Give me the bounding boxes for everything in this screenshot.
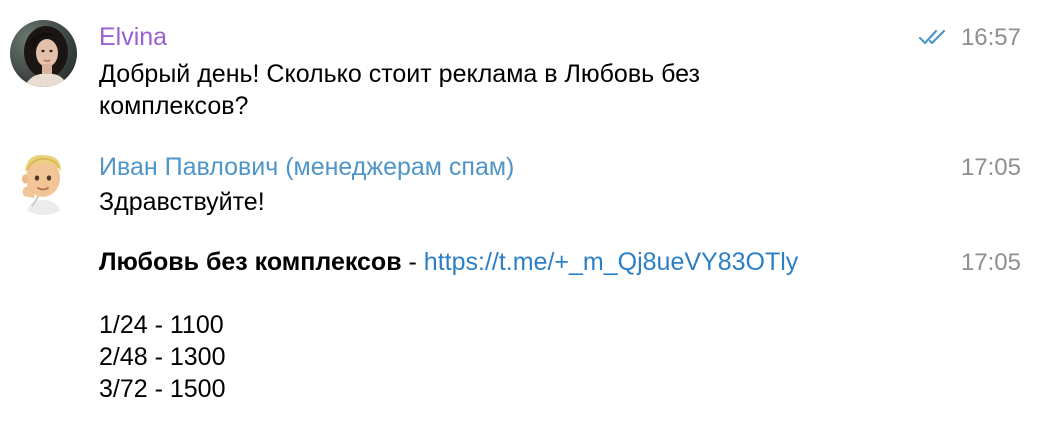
message-text-line-1: Добрый день! Сколько стоит реклама в Люб… [99,60,700,88]
message-ivan-greeting[interactable]: Иван Павлович (менеджерам спам) 17:05 Зд… [0,140,1048,230]
message-text-line-2: комплексов? [99,92,249,120]
sender-name[interactable]: Иван Павлович (менеджерам спам) [99,152,514,182]
sender-name[interactable]: Elvina [99,22,167,52]
price-line-1: 1/24 - 1100 [99,311,224,339]
invite-link[interactable]: https://t.me/+_m_Qj8ueVY83OTly [424,248,798,276]
elvina-avatar[interactable] [10,20,77,87]
message-text: Здравствуйте! [99,188,265,216]
channel-name: Любовь без комплексов [99,248,402,276]
price-line-3: 3/72 - 1500 [99,375,226,403]
price-line-2: 2/48 - 1300 [99,343,226,371]
channel-line: Любовь без комплексов - https://t.me/+_m… [99,246,798,278]
avatar-memoji-icon [22,154,62,215]
message-time: 17:05 [960,154,1021,181]
ivan-avatar[interactable] [10,148,77,215]
message-ivan-prices[interactable]: 17:05 Любовь без комплексов - https://t.… [0,240,1048,445]
avatar-photo-icon [10,20,77,87]
separator: - [401,248,424,276]
double-check-icon [918,29,946,45]
message-time: 17:05 [960,249,1021,276]
message-time: 16:57 [960,24,1021,51]
message-elvina[interactable]: Elvina 16:57 Добрый день! Сколько стоит … [0,0,1048,130]
